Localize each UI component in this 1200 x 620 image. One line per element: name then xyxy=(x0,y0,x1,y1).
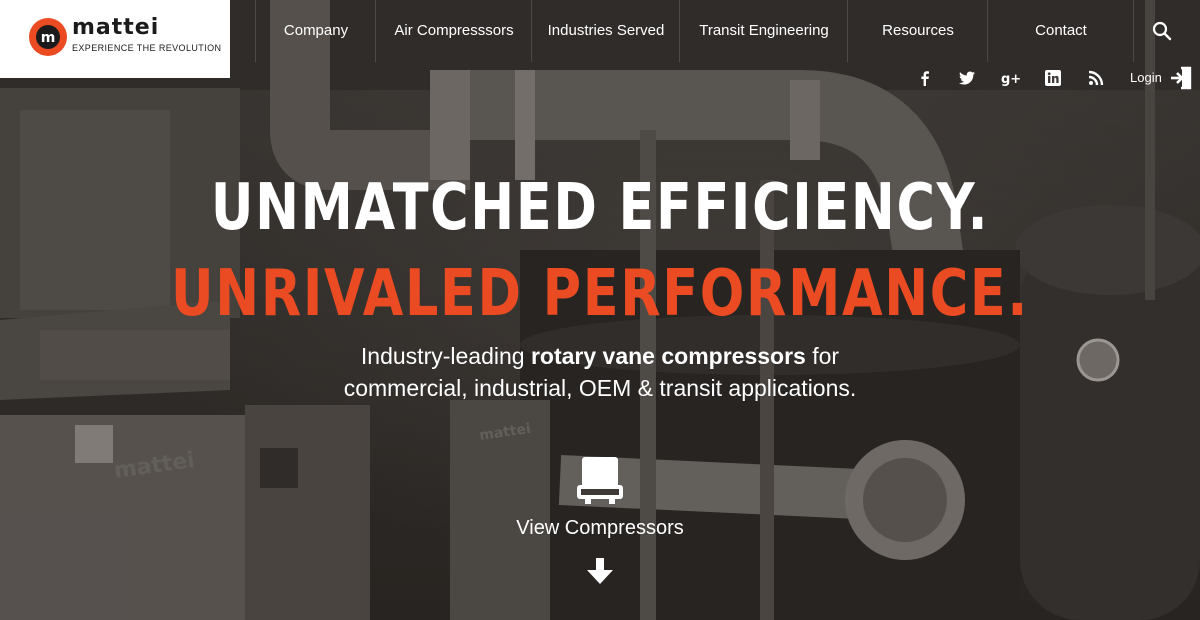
logo-mark-icon: m xyxy=(29,18,67,56)
svg-text:m: m xyxy=(41,30,56,46)
hero-subtitle-line-2: commercial, industrial, OEM & transit ap… xyxy=(343,375,857,401)
twitter-icon[interactable] xyxy=(958,69,976,87)
facebook-icon[interactable] xyxy=(916,69,934,87)
hero-subtitle-line-1: Industry-leading rotary vane compressors… xyxy=(0,340,1200,372)
subtitle-text-post: for xyxy=(805,343,840,369)
headline-primary: UNMATCHED EFFICIENCY. xyxy=(210,171,990,245)
main-nav: Company Air Compresssors Industries Serv… xyxy=(255,0,1200,62)
linkedin-icon[interactable] xyxy=(1044,69,1062,87)
nav-item-contact[interactable]: Contact xyxy=(987,0,1134,62)
nav-item-company[interactable]: Company xyxy=(255,0,376,62)
nav-item-air-compressors[interactable]: Air Compresssors xyxy=(375,0,532,62)
view-compressors-link[interactable]: View Compressors xyxy=(0,517,1200,540)
search-icon[interactable] xyxy=(1152,21,1172,41)
login-link[interactable]: Login xyxy=(1130,69,1162,89)
compressor-icon[interactable] xyxy=(575,455,625,505)
arrow-down-icon[interactable] xyxy=(585,556,615,586)
nav-item-transit-engineering[interactable]: Transit Engineering xyxy=(679,0,848,62)
google-plus-icon[interactable]: g+ xyxy=(1000,69,1022,87)
logo[interactable]: m mattei EXPERIENCE THE REVOLUTION xyxy=(0,0,230,78)
login-icon[interactable] xyxy=(1169,66,1193,90)
logo-wordmark: mattei xyxy=(72,15,160,40)
nav-item-industries-served[interactable]: Industries Served xyxy=(531,0,680,62)
svg-text:g+: g+ xyxy=(1001,72,1021,87)
social-links: g+ xyxy=(0,69,1200,89)
subtitle-text-bold: rotary vane compressors xyxy=(530,343,806,369)
nav-item-resources[interactable]: Resources xyxy=(847,0,988,62)
logo-tagline: EXPERIENCE THE REVOLUTION xyxy=(72,43,222,53)
rss-icon[interactable] xyxy=(1087,69,1105,87)
headline-secondary: UNRIVALED PERFORMANCE. xyxy=(170,257,1030,331)
subtitle-text-pre: Industry-leading xyxy=(360,343,531,369)
